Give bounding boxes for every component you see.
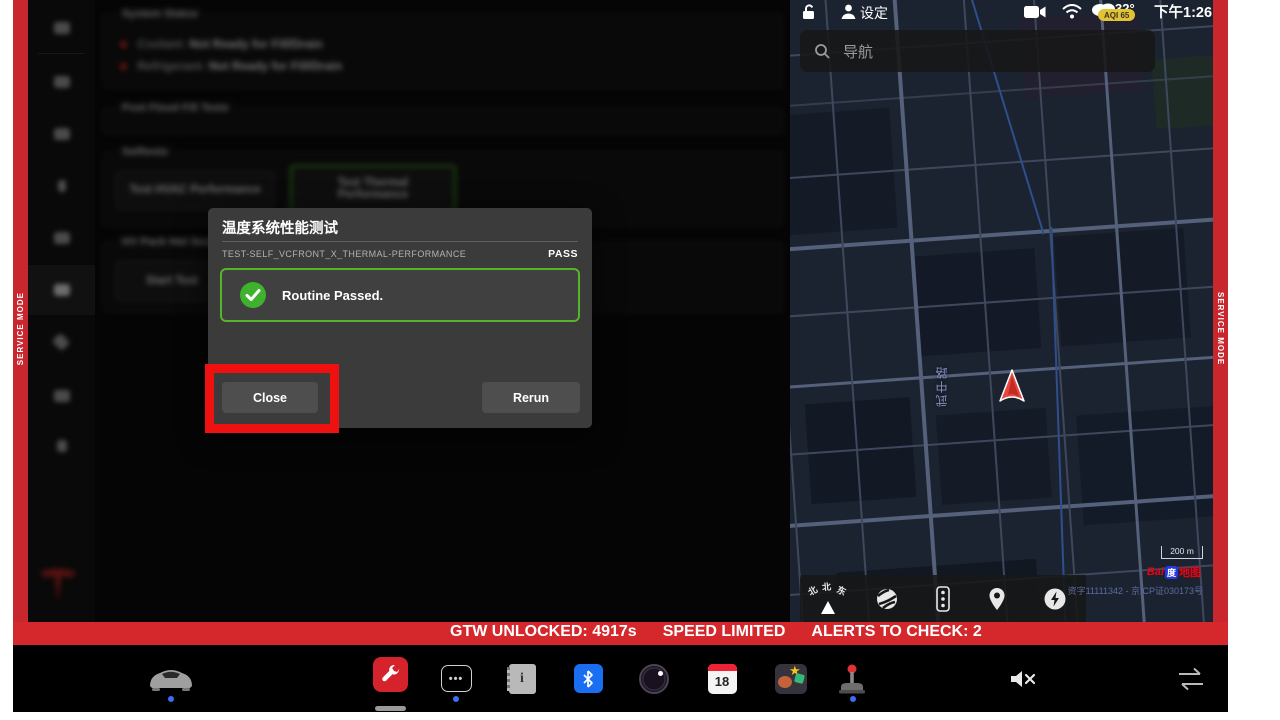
test-code: TEST-SELF_VCFRONT_X_THERMAL-PERFORMANCE: [222, 249, 466, 259]
volume-mute-button[interactable]: [1005, 645, 1041, 712]
theater-button[interactable]: ★: [774, 645, 808, 712]
heading-char: 北: [805, 583, 820, 599]
bluetooth-button[interactable]: [573, 645, 603, 712]
compass-arrow-icon: [821, 601, 835, 614]
alerts-to-check-status: ALERTS TO CHECK: 2: [811, 623, 981, 641]
check-circle-icon: [240, 282, 266, 308]
tesla-logo: [37, 568, 79, 604]
manual-icon: i: [509, 664, 536, 694]
gtw-unlocked-status: GTW UNLOCKED: 4917s: [450, 623, 637, 641]
unlocked-icon: [800, 3, 818, 21]
service-mode-rail-right: SERVICE MODE: [1213, 0, 1228, 622]
notification-dot: [168, 696, 174, 702]
baidu-logo: Bai 度 地图: [1147, 564, 1201, 580]
search-icon: [814, 43, 831, 60]
calendar-icon: 18: [708, 664, 737, 694]
driver-profile-icon[interactable]: [840, 3, 857, 20]
owners-manual-button[interactable]: i: [507, 645, 537, 712]
ellipsis-icon: •••: [449, 673, 464, 685]
globe-icon[interactable]: [875, 587, 899, 611]
heading-char: 东: [835, 583, 849, 599]
app-switcher-button[interactable]: [1171, 645, 1211, 712]
road-name-label: 武中路: [933, 365, 950, 407]
vehicle-location-arrow: [997, 368, 1027, 406]
map-toolbar: [856, 575, 1086, 622]
camera-lens-icon: [639, 664, 669, 694]
nav-search-bar[interactable]: 导航: [800, 30, 1155, 72]
navigation-map[interactable]: 武中路 导航 北 北 东: [790, 0, 1213, 622]
calendar-day: 18: [708, 671, 737, 692]
service-alert-banner: GTW UNLOCKED: 4917s SPEED LIMITED ALERTS…: [13, 622, 1228, 645]
map-tiles: [790, 0, 1213, 622]
bluetooth-icon: [574, 664, 603, 693]
service-mode-label: SERVICE MODE: [1216, 292, 1225, 365]
map-scale: 200 m: [1161, 546, 1203, 559]
tesla-screen: 武中路 导航 北 北 东: [0, 0, 1280, 720]
calendar-button[interactable]: 18: [707, 645, 737, 712]
app-launcher-button[interactable]: •••: [440, 645, 472, 712]
routine-passed-message: Routine Passed.: [282, 288, 383, 303]
test-status-pass: PASS: [548, 248, 578, 260]
traffic-light-icon[interactable]: [936, 586, 950, 612]
routine-passed-box: Routine Passed.: [220, 268, 580, 322]
wifi-icon: [1062, 4, 1082, 19]
service-app-button[interactable]: [373, 657, 408, 692]
speed-limited-status: SPEED LIMITED: [663, 623, 786, 641]
car-icon: [144, 664, 198, 694]
joystick-icon: [837, 663, 867, 695]
dashcam-viewer-button[interactable]: [638, 645, 670, 712]
service-mode-rail-left: SERVICE MODE: [13, 0, 28, 622]
dialog-divider: [222, 241, 578, 242]
clock: 下午1:26: [1154, 1, 1212, 22]
map-copyright: 资字11111342 - 京ICP证030173号: [1068, 584, 1203, 597]
muted-speaker-icon: [1010, 669, 1037, 689]
swap-arrows-icon: [1176, 667, 1206, 691]
wrench-icon: [380, 664, 401, 685]
active-app-indicator: [375, 706, 406, 711]
rerun-button[interactable]: Rerun: [482, 382, 580, 413]
aqi-badge: AQI 65: [1098, 9, 1135, 21]
service-mode-label: SERVICE MODE: [16, 292, 25, 365]
notification-dot: [850, 696, 856, 702]
dashcam-icon[interactable]: [1024, 5, 1046, 19]
taskbar: ‹ 手动 低 ⌂ ⌂ › ••• i: [13, 645, 1228, 712]
charging-icon[interactable]: [1043, 587, 1067, 611]
entertainment-icon: ★: [775, 664, 807, 694]
arcade-button[interactable]: [835, 645, 869, 712]
dialog-title: 温度系统性能测试: [222, 217, 338, 238]
nav-search-placeholder: 导航: [843, 41, 873, 62]
red-annotation-box: [205, 364, 339, 433]
vehicle-controls-button[interactable]: [138, 645, 204, 712]
map-pin-icon[interactable]: [988, 587, 1006, 611]
compass[interactable]: 北 北 东: [800, 575, 856, 622]
notification-dot: [453, 696, 459, 702]
heading-char: 北: [821, 580, 831, 594]
settings-link[interactable]: 设定: [860, 3, 888, 23]
display-area: 武中路 导航 北 北 东: [13, 0, 1228, 712]
